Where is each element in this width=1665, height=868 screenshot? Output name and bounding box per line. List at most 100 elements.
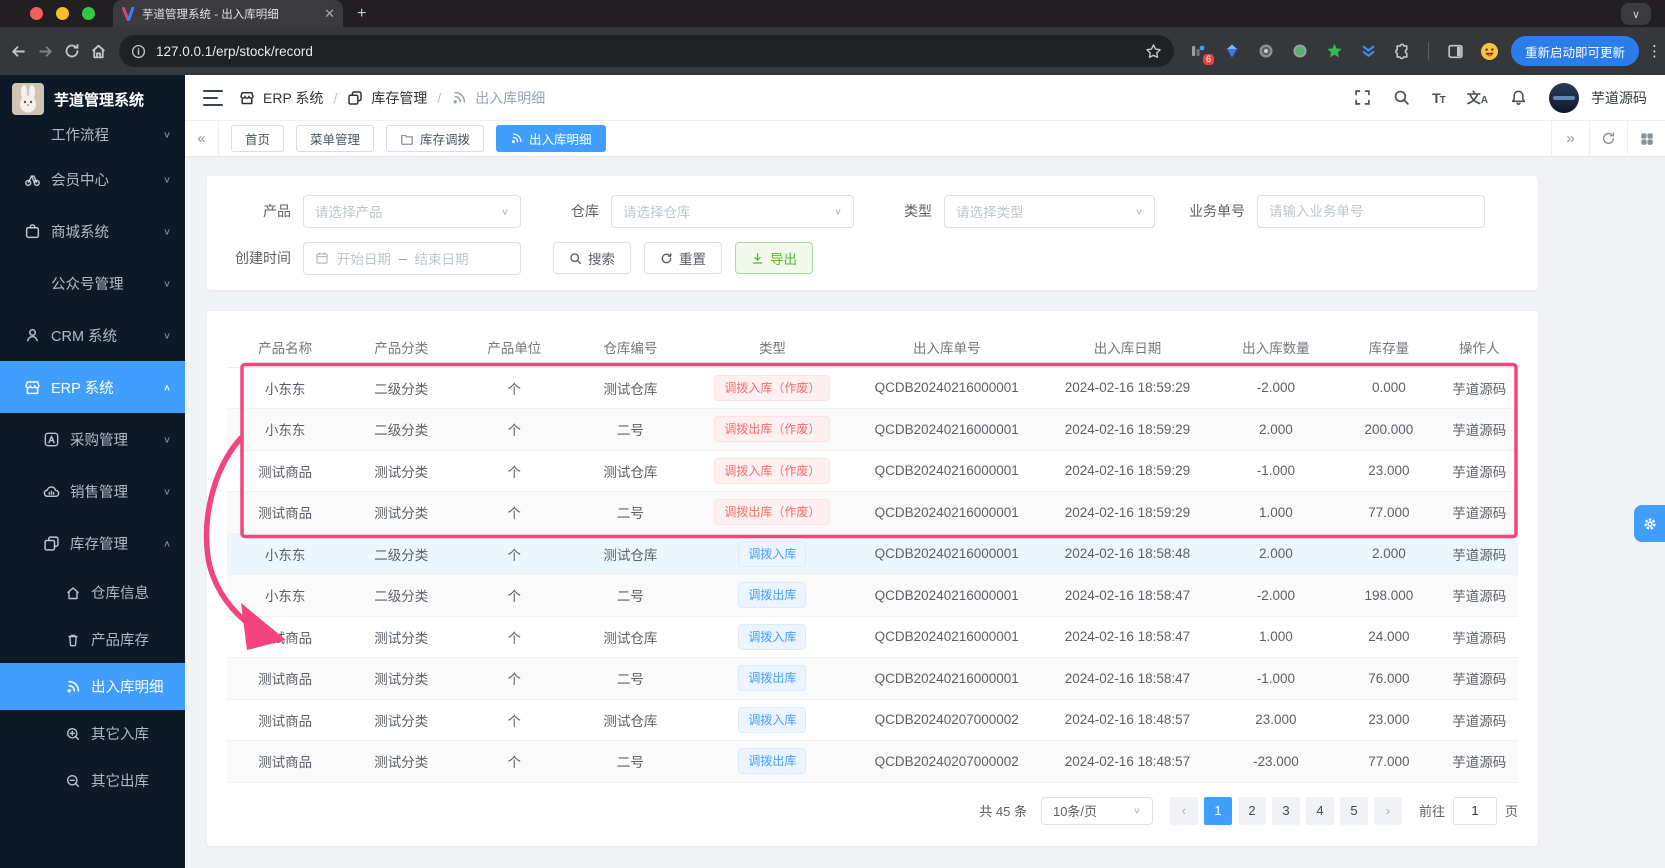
page-tab-stock-move[interactable]: 库存调拨 — [386, 125, 485, 152]
sidebar-item-stock[interactable]: 库存管理 ∧ — [0, 517, 185, 569]
sidebar-item-other-stock-in[interactable]: 其它入库 — [0, 710, 185, 757]
app: 芋道管理系统 工作流程 ∨ 会员中心 ∨ 商城系统 ∨ 公众号管理 ∨ CRM … — [0, 75, 1665, 868]
sidebar-item-mall[interactable]: 商城系统 ∨ — [0, 205, 185, 257]
breadcrumb-item[interactable]: ERP 系统 — [263, 88, 323, 108]
bizno-input[interactable] — [1257, 194, 1485, 228]
profile-avatar-icon[interactable] — [1479, 41, 1499, 61]
app-title: 芋道管理系统 — [54, 91, 145, 109]
table-row[interactable]: 测试商品 测试分类个二号 调拨出库 QCDB20240207000002 2024-… — [227, 740, 1518, 783]
extension-metrics-icon[interactable]: 6 — [1188, 41, 1214, 65]
sidebar-item-other-stock-out[interactable]: 其它出库 — [0, 757, 185, 804]
goto-page-input[interactable] — [1452, 796, 1497, 825]
table-row[interactable]: 小东东 二级分类个二号 调拨出库（作废） QCDB20240216000001 20… — [227, 408, 1518, 451]
refresh-icon[interactable] — [1589, 121, 1627, 156]
url-bar[interactable]: 127.0.0.1/erp/stock/record — [119, 35, 1174, 67]
page-tab-home[interactable]: 首页 — [231, 125, 285, 152]
sidebar-item-official-account[interactable]: 公众号管理 ∨ — [0, 257, 185, 309]
maximize-window-button[interactable] — [82, 7, 95, 20]
tabs-scroll-right-icon[interactable]: » — [1551, 121, 1589, 156]
sidebar-item-stock-record[interactable]: 出入库明细 — [0, 663, 185, 710]
home-icon[interactable] — [90, 37, 107, 65]
user-avatar[interactable] — [1549, 82, 1579, 113]
breadcrumb-item[interactable]: 库存管理 — [371, 88, 427, 108]
app-logo-row[interactable]: 芋道管理系统 — [0, 75, 185, 123]
date-range-picker[interactable]: 开始日期 – 结束日期 — [303, 241, 521, 275]
extension-star-icon[interactable] — [1324, 41, 1344, 61]
table-row[interactable]: 测试商品 测试分类个测试仓库 调拨入库 QCDB20240216000001 202… — [227, 616, 1518, 658]
bookmark-star-icon[interactable] — [1145, 43, 1162, 60]
tabs-scroll-left-icon[interactable]: « — [185, 121, 219, 156]
username[interactable]: 芋道源码 — [1591, 88, 1647, 108]
favicon — [122, 6, 135, 21]
language-icon[interactable]: 文A — [1467, 88, 1488, 108]
sidebar-item-product-stock[interactable]: 产品库存 — [0, 616, 185, 663]
tabstrip-controls: » — [1551, 121, 1665, 156]
search-button[interactable]: 搜索 — [553, 242, 631, 274]
forward-icon[interactable] — [37, 37, 54, 65]
reload-icon[interactable] — [64, 37, 80, 65]
page-size-select[interactable]: 10条/页 ∨ — [1040, 796, 1153, 825]
extension-gem-icon[interactable] — [1222, 41, 1242, 61]
table-row[interactable]: 测试商品 测试分类个测试仓库 调拨入库 QCDB20240207000002 202… — [227, 699, 1518, 741]
sidebar-item-crm[interactable]: CRM 系统 ∨ — [0, 309, 185, 361]
table-row[interactable]: 测试商品 测试分类个测试仓库 调拨入库（作废） QCDB2024021600000… — [227, 450, 1518, 492]
search-icon[interactable] — [1393, 89, 1410, 106]
chevron-down-icon: ∨ — [162, 174, 171, 185]
page-button-3[interactable]: 3 — [1271, 796, 1300, 825]
back-icon[interactable] — [10, 37, 27, 65]
copy-boxes-icon — [43, 535, 60, 552]
cloud-icon — [43, 483, 60, 500]
font-size-icon[interactable]: TT — [1432, 90, 1446, 106]
sidebar-item-purchase[interactable]: 采购管理 ∨ — [0, 413, 185, 465]
sidebar-item-member-center[interactable]: 会员中心 ∨ — [0, 153, 185, 205]
header-actions: TT 文A 芋道源码 — [1354, 82, 1647, 113]
date-start-placeholder: 开始日期 — [337, 252, 391, 267]
warehouse-select[interactable]: 请选择仓库 ∨ — [611, 194, 854, 228]
reset-button[interactable]: 重置 — [644, 242, 722, 274]
page-tab-menu-management[interactable]: 菜单管理 — [296, 125, 375, 152]
extension-green-dot-icon[interactable] — [1290, 41, 1310, 61]
browser-menu-icon[interactable]: ⋮ — [1647, 42, 1662, 60]
prev-page-button[interactable]: ‹ — [1169, 796, 1198, 825]
browser-update-button[interactable]: 重新启动即可更新 — [1511, 36, 1640, 66]
product-select[interactable]: 请选择产品 ∨ — [303, 194, 521, 228]
record-icon — [511, 133, 522, 144]
close-window-button[interactable] — [30, 7, 43, 20]
type-select[interactable]: 请选择类型 ∨ — [944, 194, 1155, 228]
fullscreen-icon[interactable] — [1354, 89, 1371, 106]
minimize-window-button[interactable] — [56, 7, 69, 20]
extensions-puzzle-icon[interactable] — [1392, 41, 1412, 61]
site-info-icon[interactable] — [131, 44, 146, 59]
sidebar-menu: 工作流程 ∨ 会员中心 ∨ 商城系统 ∨ 公众号管理 ∨ CRM 系统 ∨ ER… — [0, 115, 185, 804]
chevron-down-icon: ∨ — [162, 226, 171, 237]
sidebar-item-warehouse-info[interactable]: 仓库信息 — [0, 569, 185, 616]
sidebar-item-erp[interactable]: ERP 系统 ∧ — [0, 361, 185, 413]
next-page-button[interactable]: › — [1373, 796, 1402, 825]
browser-tab[interactable]: 芋道管理系统 - 出入库明细 ✕ — [113, 0, 343, 27]
page-button-2[interactable]: 2 — [1237, 796, 1266, 825]
url-text[interactable]: 127.0.0.1/erp/stock/record — [156, 44, 1135, 59]
bell-icon[interactable] — [1510, 89, 1527, 106]
page-button-4[interactable]: 4 — [1305, 796, 1334, 825]
table-row[interactable]: 小东东 二级分类个测试仓库 调拨入库（作废） QCDB20240216000001… — [227, 367, 1518, 409]
chevron-up-icon: ∧ — [162, 382, 171, 393]
settings-float-button[interactable] — [1634, 505, 1665, 542]
export-button[interactable]: 导出 — [735, 242, 813, 274]
table-row[interactable]: 测试商品 测试分类个二号 调拨出库 QCDB20240216000001 2024-… — [227, 657, 1518, 700]
col-date: 出入库日期 — [1040, 327, 1215, 368]
extension-chevrons-icon[interactable] — [1358, 41, 1378, 61]
tab-search-button[interactable]: ∨ — [1621, 3, 1651, 25]
table-row[interactable]: 小东东 二级分类个二号 调拨出库 QCDB20240216000001 2024-0… — [227, 574, 1518, 617]
extension-ring-icon[interactable] — [1256, 41, 1276, 61]
side-panel-icon[interactable] — [1445, 41, 1465, 61]
tab-close-icon[interactable]: ✕ — [324, 6, 335, 22]
layout-grid-icon[interactable] — [1627, 121, 1665, 156]
new-tab-button[interactable]: + — [357, 5, 366, 23]
sidebar-item-sale[interactable]: 销售管理 ∨ — [0, 465, 185, 517]
table-row[interactable]: 测试商品 测试分类个二号 调拨出库（作废） QCDB20240216000001 2… — [227, 491, 1518, 534]
page-button-5[interactable]: 5 — [1339, 796, 1368, 825]
table-row[interactable]: 小东东 二级分类个测试仓库 调拨入库 QCDB20240216000001 2024… — [227, 533, 1518, 575]
page-tab-stock-record[interactable]: 出入库明细 — [496, 125, 606, 152]
sidebar-collapse-icon[interactable] — [203, 89, 223, 106]
page-button-1[interactable]: 1 — [1203, 796, 1232, 825]
